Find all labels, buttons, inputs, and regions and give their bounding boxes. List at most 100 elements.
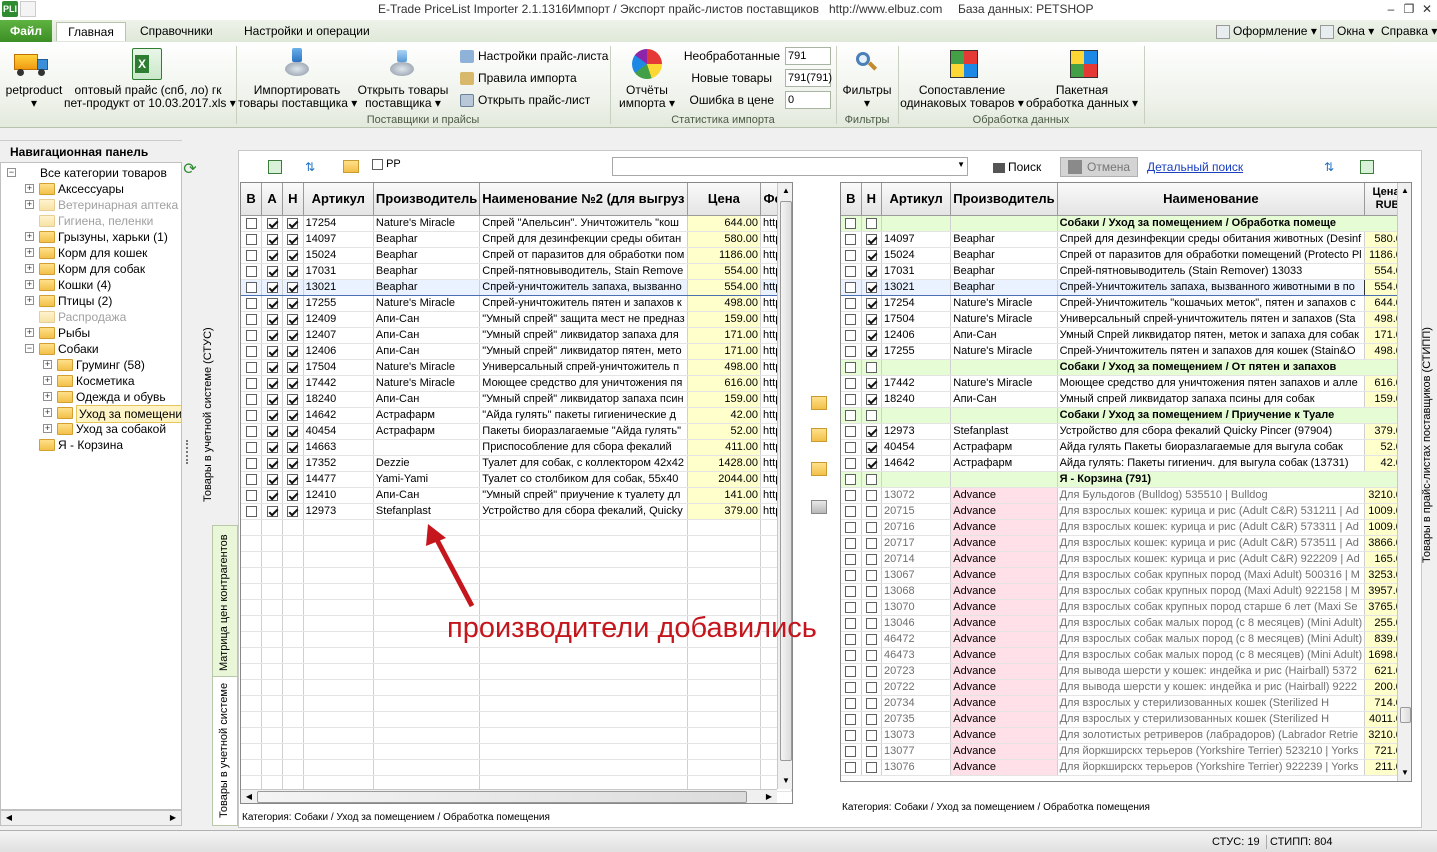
stus-flag-cell[interactable] [261, 295, 283, 312]
stipp-flag-cell[interactable] [841, 711, 862, 728]
batch-processing-button[interactable]: Пакетная обработка данных ▾ [1024, 84, 1140, 110]
stipp-flag-cell[interactable] [841, 295, 862, 312]
nav-tree-item[interactable]: + Груминг (58) [1, 357, 181, 373]
row-checkbox[interactable] [245, 457, 257, 469]
stipp-table-row[interactable]: 18240 Апи-Сан Умный спрей ликвидатор запах… [841, 391, 1411, 408]
splitter-handle[interactable] [186, 440, 190, 464]
stipp-flag-cell[interactable] [861, 535, 883, 552]
row-checkbox[interactable] [287, 217, 299, 229]
row-checkbox[interactable] [845, 281, 857, 293]
stipp-flag-cell[interactable] [861, 631, 883, 648]
stus-flag-cell[interactable] [282, 407, 304, 424]
row-checkbox[interactable] [865, 233, 877, 245]
stipp-flag-cell[interactable] [861, 663, 883, 680]
row-checkbox[interactable] [865, 537, 877, 549]
stus-flag-cell[interactable] [282, 359, 304, 376]
row-checkbox[interactable] [845, 601, 857, 613]
stus-flag-cell[interactable] [241, 439, 263, 456]
row-checkbox[interactable] [266, 329, 278, 341]
expand-icon[interactable]: + [25, 184, 34, 193]
stipp-table-row[interactable]: 17442 Nature's Miracle Моющее средство для… [841, 375, 1411, 392]
row-checkbox[interactable] [245, 473, 257, 485]
stipp-flag-cell[interactable] [841, 231, 862, 248]
stipp-flag-cell[interactable] [841, 663, 862, 680]
stus-horizontal-scrollbar[interactable]: ◀ ▶ [241, 789, 777, 803]
row-checkbox[interactable] [266, 281, 278, 293]
search-button[interactable]: Поиск [993, 160, 1041, 174]
remove-link-icon[interactable] [811, 428, 827, 442]
stipp-flag-cell[interactable] [861, 679, 883, 696]
nav-tree-item[interactable]: − Собаки [1, 341, 181, 357]
expand-icon[interactable]: + [43, 408, 52, 417]
stipp-table-row[interactable]: 20734 Advance Для взрослых у стерилизованн… [841, 695, 1411, 712]
pp-checkbox[interactable]: PP [372, 158, 401, 170]
row-checkbox[interactable] [245, 377, 257, 389]
stipp-table-row[interactable]: 13067 Advance Для взрослых собак крупных п… [841, 567, 1411, 584]
stus-column-header[interactable]: Цена [687, 183, 762, 216]
stus-flag-cell[interactable] [282, 263, 304, 280]
row-checkbox[interactable] [266, 249, 278, 261]
row-checkbox[interactable] [266, 345, 278, 357]
row-checkbox[interactable] [845, 441, 857, 453]
stipp-group-row[interactable]: Собаки / Уход за помещением / Обработка … [841, 215, 1411, 232]
grid-play-icon[interactable] [268, 160, 282, 174]
stipp-table-row[interactable]: 20735 Advance Для взрослых у стерилизованн… [841, 711, 1411, 728]
stipp-flag-cell[interactable] [841, 647, 862, 664]
nav-tree-item[interactable]: + Косметика [1, 373, 181, 389]
stipp-flag-cell[interactable] [841, 247, 862, 264]
stus-flag-cell[interactable] [261, 423, 283, 440]
stipp-flag-cell[interactable] [861, 311, 883, 328]
stus-table-row[interactable]: 12410 Апи-Сан "Умный спрей" приучение к ту… [241, 487, 792, 504]
row-checkbox[interactable] [845, 665, 857, 677]
row-checkbox[interactable] [245, 441, 257, 453]
pricelist-select-button[interactable]: оптовый прайс (спб, ло) гк пет-продукт о… [64, 84, 236, 110]
stipp-table-row[interactable]: 17254 Nature's Miracle Спрей-Уничтожитель … [841, 295, 1411, 312]
vtab-matrix[interactable]: Матрица цен контрагентов [218, 530, 232, 675]
sort-icon[interactable]: ⇅ [305, 160, 319, 174]
scroll-up-icon[interactable]: ▲ [779, 184, 792, 198]
stus-table-row[interactable]: 14642 Астрафарм "Айда гулять" пакеты гигие… [241, 407, 792, 424]
row-checkbox[interactable] [266, 473, 278, 485]
row-checkbox[interactable] [865, 425, 877, 437]
stipp-vertical-scrollbar[interactable]: ▲ ▼ [1397, 183, 1411, 781]
row-checkbox[interactable] [845, 233, 857, 245]
sort-icon[interactable]: ⇅ [1324, 160, 1338, 174]
stus-flag-cell[interactable] [261, 487, 283, 504]
stipp-flag-cell[interactable] [841, 359, 862, 376]
row-checkbox[interactable] [266, 425, 278, 437]
stus-flag-cell[interactable] [261, 359, 283, 376]
row-checkbox[interactable] [865, 265, 877, 277]
expand-icon[interactable]: + [25, 264, 34, 273]
match-goods-button[interactable]: Сопоставление одинаковых товаров ▾ [900, 84, 1024, 110]
row-checkbox[interactable] [865, 505, 877, 517]
stipp-table-row[interactable]: 20714 Advance Для взрослых кошек: курица и… [841, 551, 1411, 568]
menu-windows[interactable]: Окна ▾ [1337, 24, 1374, 38]
folder-icon[interactable] [343, 160, 359, 173]
stus-flag-cell[interactable] [282, 311, 304, 328]
stipp-table-row[interactable]: 13046 Advance Для взрослых собак малых пор… [841, 615, 1411, 632]
scroll-thumb[interactable] [780, 201, 792, 761]
stipp-column-header[interactable]: Производитель [950, 183, 1058, 216]
stus-flag-cell[interactable] [261, 231, 283, 248]
row-checkbox[interactable] [266, 233, 278, 245]
row-checkbox[interactable] [845, 649, 857, 661]
row-checkbox[interactable] [287, 313, 299, 325]
row-checkbox[interactable] [845, 761, 857, 773]
pp-checkbox-box[interactable] [372, 158, 383, 170]
stipp-table-row[interactable]: 13076 Advance Для йоркширскх терьеров (Yor… [841, 759, 1411, 776]
stipp-flag-cell[interactable] [861, 711, 883, 728]
stus-flag-cell[interactable] [241, 231, 263, 248]
tab-file[interactable]: Файл [0, 20, 52, 42]
stipp-flag-cell[interactable] [841, 631, 862, 648]
stus-table-row[interactable]: 17254 Nature's Miracle Спрей "Апельсин". У… [241, 215, 792, 232]
stipp-flag-cell[interactable] [841, 375, 862, 392]
row-checkbox[interactable] [865, 217, 877, 229]
stipp-flag-cell[interactable] [841, 759, 862, 776]
stipp-flag-cell[interactable] [841, 679, 862, 696]
stipp-flag-cell[interactable] [841, 455, 862, 472]
row-checkbox[interactable] [287, 233, 299, 245]
expand-icon[interactable]: + [43, 392, 52, 401]
nav-tree-item[interactable]: − Все категории товаров [1, 165, 181, 181]
row-checkbox[interactable] [845, 425, 857, 437]
stipp-table-row[interactable]: 13073 Advance Для золотистых ретриверов (л… [841, 727, 1411, 744]
